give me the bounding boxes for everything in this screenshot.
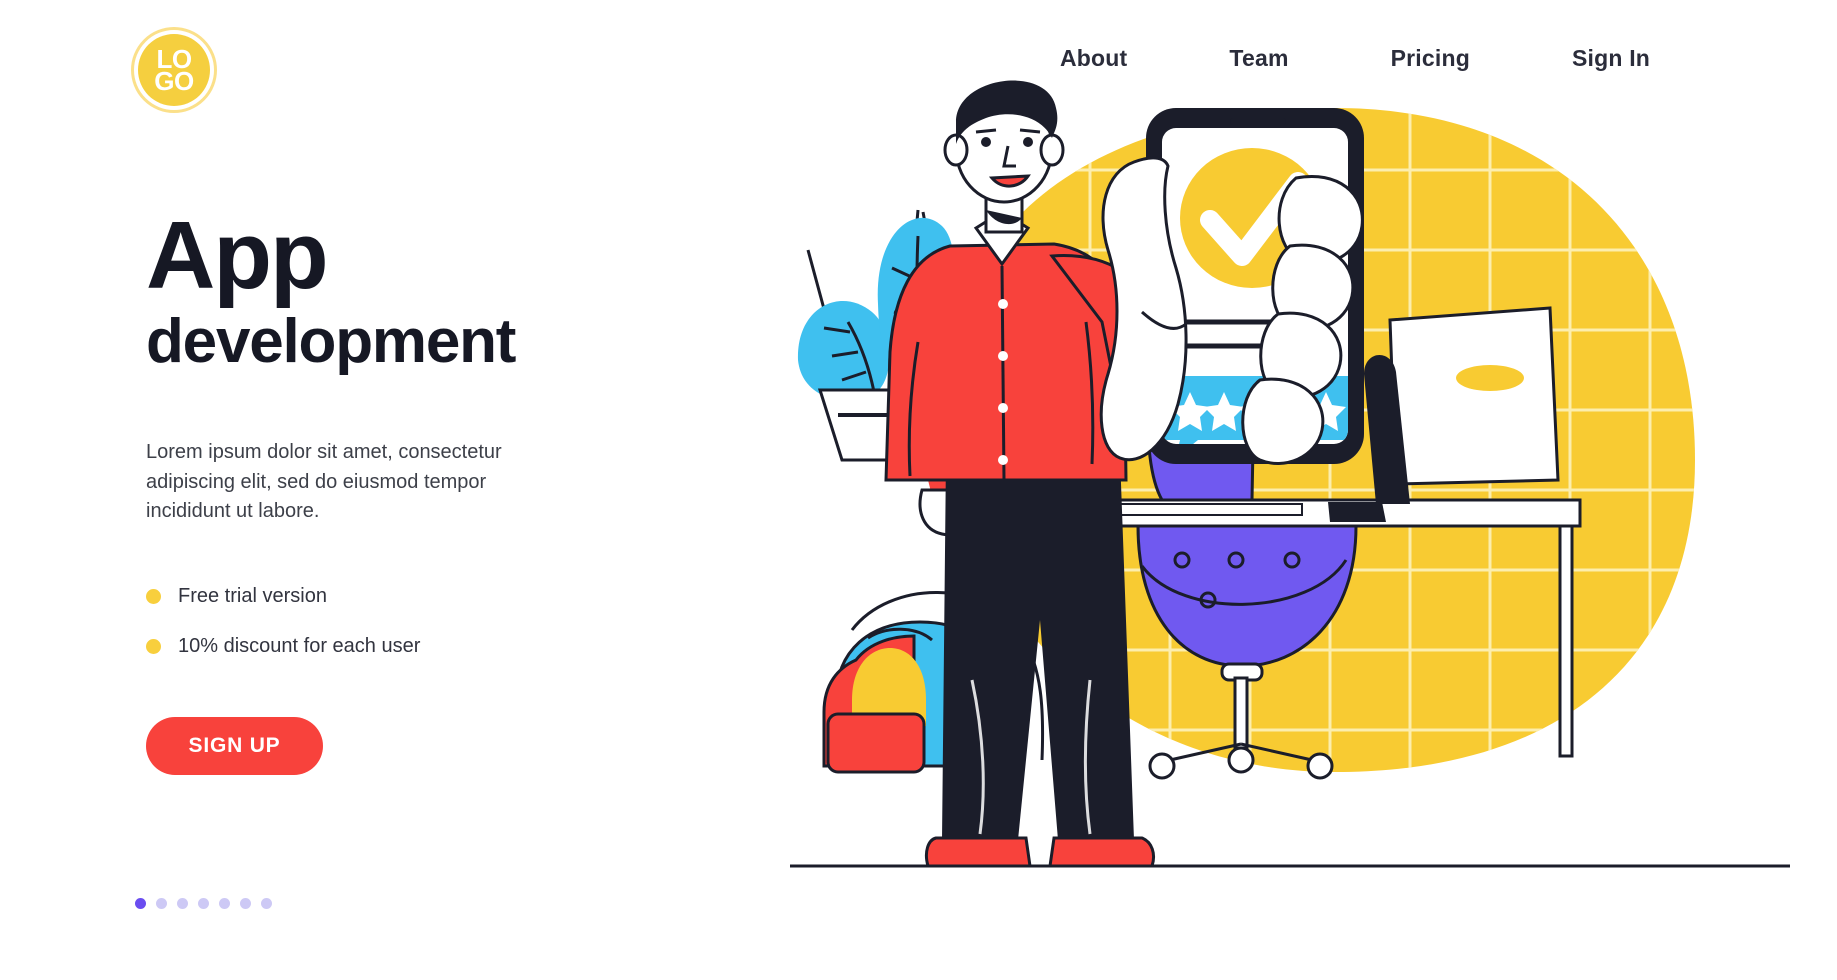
sign-up-button[interactable]: SIGN UP [146,716,323,775]
carousel-dot-3[interactable] [177,898,188,909]
landing-page: LO GO About Team Pricing Sign In App dev… [0,0,1837,980]
logo-text-line2: GO [154,66,194,96]
feature-item: Free trial version [146,585,706,608]
carousel-dot-1[interactable] [135,898,146,909]
feature-label: 10% discount for each user [178,634,421,657]
carousel-dot-2[interactable] [156,898,167,909]
feature-label: Free trial version [178,584,327,607]
hero-illustration [790,60,1790,920]
bullet-dot-icon [146,638,161,654]
carousel-dot-6[interactable] [240,898,251,909]
hero-paragraph: Lorem ipsum dolor sit amet, consectetur … [146,441,502,523]
hero-content: App development Lorem ipsum dolor sit am… [146,208,706,775]
logo[interactable]: LO GO [131,27,217,113]
logo-disc: LO GO [138,34,210,106]
page-title-line2: development [146,307,516,376]
feature-list: Free trial version 10% discount for each… [146,585,706,658]
feature-item: 10% discount for each user [146,635,706,658]
bullet-dot-icon [146,588,161,604]
carousel-dot-7[interactable] [261,898,272,909]
page-title-line1: App [146,202,329,309]
carousel-dot-4[interactable] [198,898,209,909]
carousel-pagination [135,898,272,909]
carousel-dot-5[interactable] [219,898,230,909]
